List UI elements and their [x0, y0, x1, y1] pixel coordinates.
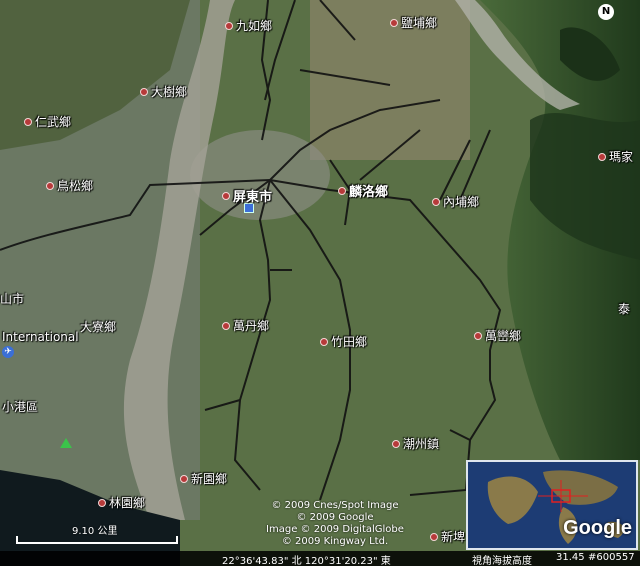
place-marker-icon	[225, 21, 233, 30]
place-renwu[interactable]: 仁武鄉	[24, 113, 71, 130]
overview-map[interactable]: Google	[466, 460, 638, 550]
scale-bar-line	[16, 536, 178, 544]
place-majia[interactable]: 瑪家	[598, 148, 633, 165]
place-niaosong[interactable]: 鳥松鄉	[46, 177, 93, 194]
place-marker-icon	[474, 331, 482, 340]
elevation-value: 31.45	[556, 552, 585, 563]
place-marker-icon	[180, 474, 188, 483]
place-wanluan[interactable]: 萬巒鄉	[474, 327, 521, 344]
place-marker-icon	[338, 186, 346, 195]
place-xinyuan[interactable]: 新園鄉	[180, 470, 227, 487]
place-linluo[interactable]: 麟洛鄉	[338, 181, 388, 200]
place-pingtung[interactable]: 屏東市	[222, 186, 272, 205]
place-jiuru[interactable]: 九如鄉	[225, 17, 272, 34]
place-marker-icon	[140, 87, 148, 96]
place-yanpu[interactable]: 鹽埔鄉	[390, 14, 437, 31]
place-tai[interactable]: 泰	[618, 300, 630, 317]
place-chaozhou[interactable]: 潮州鎮	[392, 435, 439, 452]
compass-north-icon[interactable]: N	[598, 4, 614, 20]
scale-bar: 9.10 公里	[14, 522, 180, 550]
airport-icon: ✈	[2, 346, 14, 358]
place-marker-icon	[320, 337, 328, 346]
status-bar: 22°36'43.83" 北 120°31'20.23" 東 視角海拔高度 31…	[0, 551, 640, 566]
place-marker-icon	[432, 197, 440, 206]
google-logo: Google	[563, 517, 632, 539]
place-neipu[interactable]: 內埔鄉	[432, 193, 479, 210]
place-xiaogang[interactable]: 小港區	[2, 398, 38, 415]
place-linyuan[interactable]: 林園鄉	[98, 494, 145, 511]
place-marker-icon	[392, 439, 400, 448]
coordinate-readout: 22°36'43.83" 北 120°31'20.23" 東	[222, 556, 391, 566]
elevation-label: 視角海拔高度	[472, 556, 532, 566]
imagery-credits: © 2009 Cnes/Spot Image © 2009 Google Ima…	[266, 500, 404, 547]
place-wandan[interactable]: 萬丹鄉	[222, 317, 269, 334]
place-dashu[interactable]: 大樹鄉	[140, 83, 187, 100]
place-marker-icon	[222, 191, 230, 200]
place-shanshi[interactable]: 山市	[0, 290, 24, 307]
place-marker-icon	[598, 152, 606, 161]
place-marker-icon	[390, 18, 398, 27]
place-marker-icon	[46, 181, 54, 190]
place-marker-icon	[222, 321, 230, 330]
place-zhutian[interactable]: 竹田鄉	[320, 333, 367, 350]
image-id-tag: #600557	[588, 552, 635, 563]
place-marker-icon	[24, 117, 32, 126]
place-international[interactable]: International	[2, 330, 79, 344]
place-marker-icon	[98, 498, 106, 507]
map-viewport[interactable]: N ✈ 九如鄉 鹽埔鄉 大樹鄉 仁武鄉 鳥松鄉 屏東市 麟洛鄉 內埔鄉 瑪家 山…	[0, 0, 640, 566]
place-daliao[interactable]: 大寮鄉	[80, 318, 116, 335]
place-marker-icon	[430, 532, 438, 541]
place-xinpi[interactable]: 新埤	[430, 528, 465, 545]
